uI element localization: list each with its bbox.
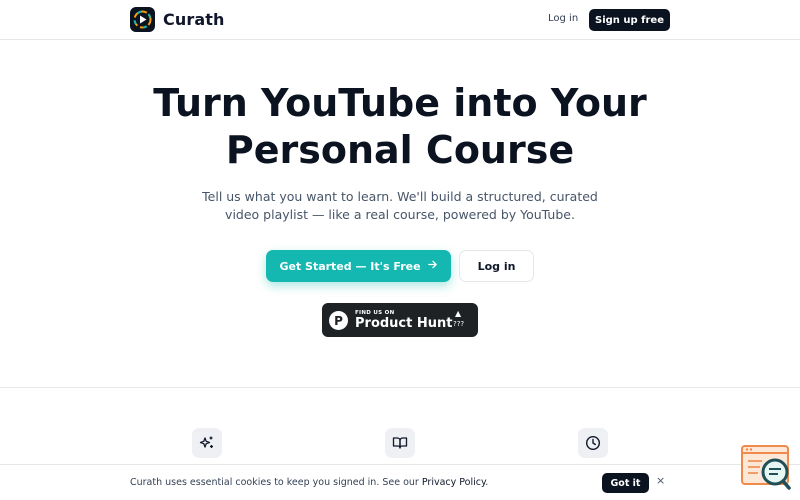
clock-icon bbox=[578, 428, 608, 458]
cookie-message: Curath uses essential cookies to keep yo… bbox=[130, 477, 488, 488]
hero-subtitle-line-2: video playlist — like a real course, pow… bbox=[225, 207, 575, 222]
hero-login-button[interactable]: Log in bbox=[459, 250, 534, 282]
upvote-count: ??? bbox=[453, 320, 465, 328]
hero-title: Turn YouTube into Your Personal Course bbox=[0, 80, 800, 174]
privacy-policy-link[interactable]: Privacy Policy bbox=[422, 477, 485, 488]
brand-name: Curath bbox=[163, 10, 225, 29]
section-divider bbox=[0, 387, 800, 388]
hero-subtitle-line-1: Tell us what you want to learn. We'll bu… bbox=[202, 189, 598, 204]
close-icon[interactable]: × bbox=[656, 474, 665, 487]
arrow-right-icon bbox=[427, 259, 438, 273]
logo-icon bbox=[130, 7, 155, 32]
get-started-button[interactable]: Get Started — It's Free bbox=[266, 250, 451, 282]
got-it-button[interactable]: Got it bbox=[602, 473, 649, 493]
hero-title-line-1: Turn YouTube into Your bbox=[153, 81, 647, 125]
book-open-icon bbox=[385, 428, 415, 458]
product-hunt-big-text: Product Hunt bbox=[355, 316, 453, 331]
get-started-label: Get Started — It's Free bbox=[279, 259, 421, 273]
upvote-icon: ▲ bbox=[455, 309, 462, 318]
cookie-banner: Curath uses essential cookies to keep yo… bbox=[0, 464, 800, 500]
product-hunt-badge[interactable]: P FIND US ON Product Hunt ▲ ??? bbox=[322, 303, 478, 337]
hero-subtitle: Tell us what you want to learn. We'll bu… bbox=[0, 188, 800, 224]
support-widget-icon[interactable] bbox=[740, 444, 792, 492]
signup-button[interactable]: Sign up free bbox=[589, 9, 670, 31]
product-hunt-logo-icon: P bbox=[329, 311, 348, 330]
hero-title-line-2: Personal Course bbox=[225, 128, 575, 172]
cookie-text: Curath uses essential cookies to keep yo… bbox=[130, 477, 422, 488]
sparkles-icon bbox=[192, 428, 222, 458]
header-login-link[interactable]: Log in bbox=[548, 13, 578, 24]
cookie-text-end: . bbox=[485, 477, 489, 488]
brand[interactable]: Curath bbox=[130, 7, 224, 32]
top-header: Curath Log in Sign up free bbox=[0, 0, 800, 40]
